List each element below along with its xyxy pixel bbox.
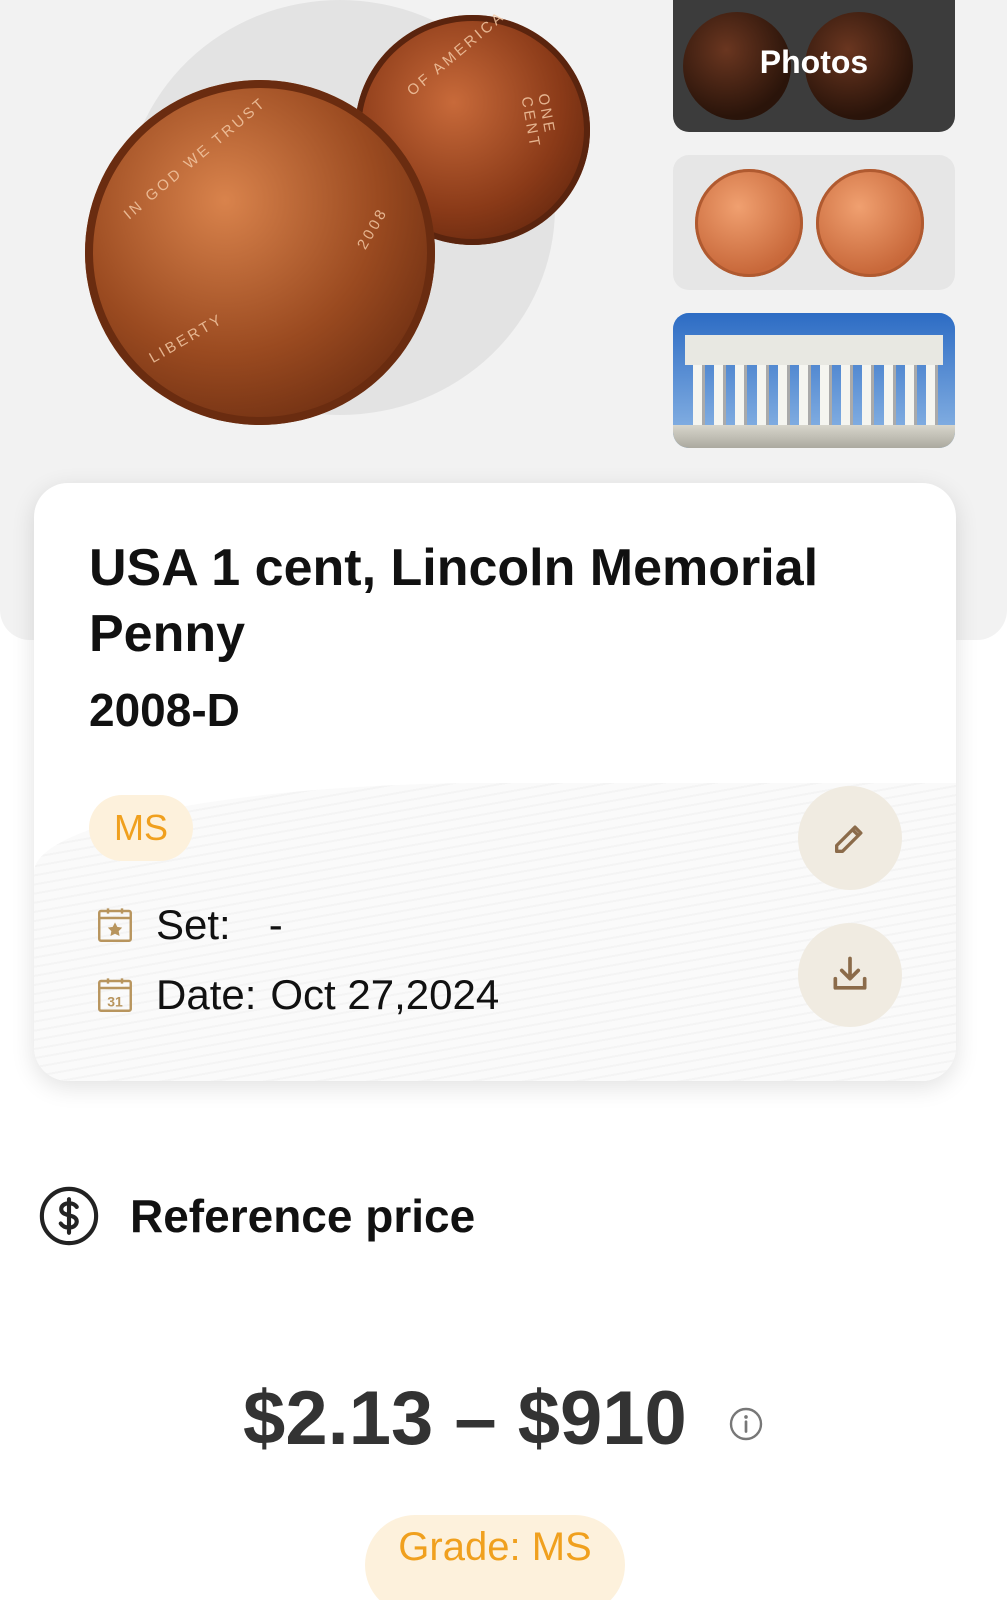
coin-liberty-text: LIBERTY [146, 310, 227, 367]
set-value: - [268, 901, 283, 948]
edit-button[interactable] [798, 786, 902, 890]
date-calendar-icon: 31 [98, 978, 132, 1012]
date-label: Date: [156, 971, 257, 1018]
reference-price-title: Reference price [130, 1190, 476, 1242]
coin-main-image[interactable]: OF AMERICA ONE CENT IN GOD WE TRUST LIBE… [0, 0, 640, 470]
memorial-steps [673, 425, 955, 448]
set-row: Set: - [94, 901, 283, 949]
thumb-coin-reverse [816, 169, 924, 277]
coin-pair-thumbnail[interactable] [673, 155, 955, 290]
memorial-columns [693, 365, 935, 427]
download-button[interactable] [798, 923, 902, 1027]
set-label: Set: [156, 901, 231, 948]
memorial-roof [685, 335, 943, 365]
lincoln-memorial-thumbnail[interactable] [673, 313, 955, 448]
set-calendar-icon [98, 908, 132, 942]
date-value: Oct 27,2024 [270, 971, 500, 1018]
pencil-icon [835, 825, 863, 853]
price-range-value: $2.13 – $910 [243, 1376, 687, 1461]
coin-motto-text: IN GOD WE TRUST [120, 93, 270, 224]
grade-badge: MS [89, 795, 193, 861]
coin-year-text: 2008 [353, 204, 392, 253]
coin-year-mint: 2008-D [89, 684, 240, 736]
info-icon[interactable] [728, 1406, 764, 1442]
coin-title: USA 1 cent, Lincoln Memorial Penny [89, 539, 819, 663]
reference-price-header: Reference price [38, 1185, 475, 1247]
price-range: $2.13 – $910 [0, 1375, 1007, 1462]
grade-pill: Grade: MS [365, 1515, 625, 1600]
coin-obverse-image: IN GOD WE TRUST LIBERTY 2008 [85, 80, 435, 425]
coin-reverse-bottom-text: ONE CENT [517, 92, 559, 151]
photo-thumbnails: Photos [673, 0, 955, 448]
photos-label: Photos [759, 44, 869, 80]
dollar-circle-icon [39, 1186, 99, 1246]
thumb-coin-obverse [695, 169, 803, 277]
date-row: 31 Date: Oct 27,2024 [94, 971, 499, 1019]
download-icon [833, 956, 867, 990]
calendar-day-number: 31 [107, 993, 123, 1009]
coin-info-card: USA 1 cent, Lincoln Memorial Penny 2008-… [34, 483, 956, 1081]
photos-thumbnail[interactable]: Photos [673, 0, 955, 132]
